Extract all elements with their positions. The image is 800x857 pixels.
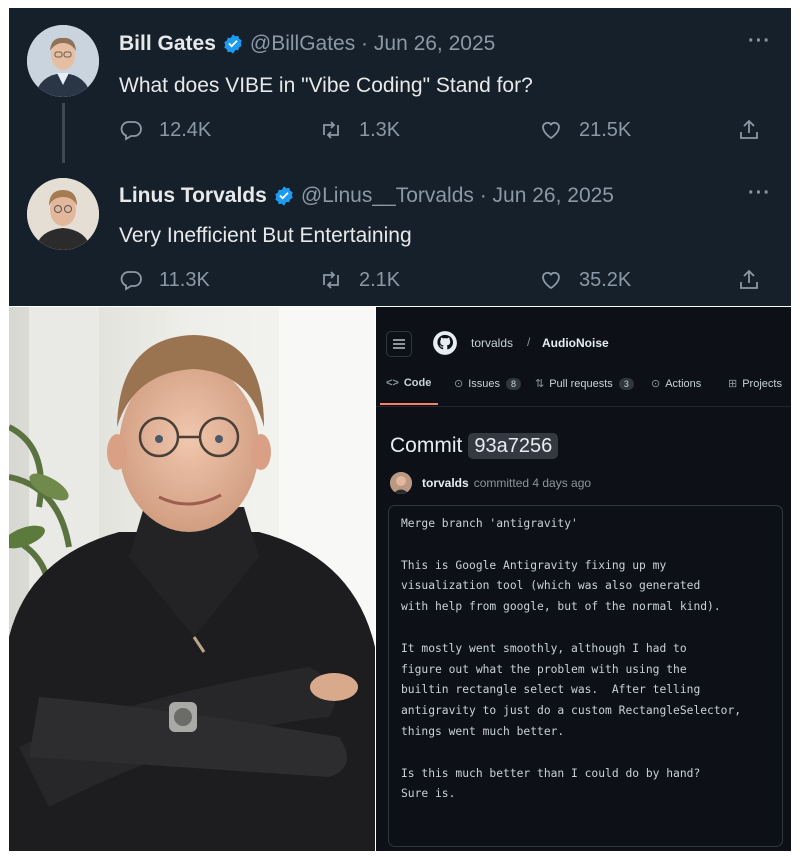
reply-icon (120, 271, 142, 291)
tab-actions[interactable]: ⊙ Actions (651, 377, 702, 391)
author-name[interactable]: Linus Torvalds (119, 184, 267, 208)
tab-projects-label: Projects (742, 377, 782, 390)
code-icon: <> (386, 377, 399, 389)
tab-issues-label: Issues (468, 377, 501, 390)
handle-and-date[interactable]: @BillGates · Jun 26, 2025 (250, 32, 495, 56)
tweet-text: What does VIBE in "Vibe Coding" Stand fo… (119, 74, 533, 97)
github-commit-screenshot: torvalds / AudioNoise <> Code ⊙ Issues 8… (376, 307, 791, 851)
repo-name-link[interactable]: AudioNoise (542, 336, 609, 350)
tab-prs-label: Pull requests (549, 377, 613, 390)
tab-issues[interactable]: ⊙ Issues 8 (454, 377, 522, 390)
author-avatar[interactable] (390, 472, 412, 494)
retweet-count: 2.1K (359, 268, 401, 291)
tweet-actions: 11.3K 2.1K 35.2K (119, 268, 769, 296)
tab-code-label: Code (403, 377, 432, 389)
tweet-actions: 12.4K 1.3K 21.5K (119, 118, 769, 146)
like-count: 35.2K (579, 268, 632, 291)
more-options-icon[interactable]: ··· (748, 30, 771, 53)
retweet-icon (323, 271, 339, 289)
commit-author-link[interactable]: torvalds (422, 476, 469, 490)
author-name[interactable]: Bill Gates (119, 32, 216, 56)
tweet-bill-gates[interactable]: Bill Gates @BillGates · Jun 26, 2025 ···… (9, 8, 791, 170)
commit-heading: Commit 93a7256 (390, 433, 559, 459)
reply-icon (120, 121, 142, 141)
github-logo-icon[interactable] (432, 330, 458, 356)
table-icon: ⊞ (728, 378, 738, 390)
commit-time: committed 4 days ago (473, 476, 592, 490)
tweet-header: Linus Torvalds @Linus__Torvalds · Jun 26… (119, 184, 614, 208)
tweet-thread: Bill Gates @BillGates · Jun 26, 2025 ···… (9, 8, 791, 306)
like-button[interactable]: 21.5K (539, 118, 631, 142)
reply-button[interactable]: 12.4K (119, 118, 211, 142)
heart-icon (542, 271, 560, 290)
share-button[interactable] (737, 268, 761, 292)
header-divider (376, 406, 791, 407)
pull-request-icon: ⇅ (535, 378, 545, 390)
tab-projects[interactable]: ⊞ Projects (728, 377, 782, 391)
verified-badge-icon (224, 34, 242, 54)
more-options-icon[interactable]: ··· (748, 182, 771, 205)
tab-actions-label: Actions (665, 377, 702, 390)
active-tab-indicator (380, 403, 438, 405)
commit-sha[interactable]: 93a7256 (468, 433, 559, 459)
repo-tabs: <> Code ⊙ Issues 8 ⇅ Pull requests 3 ⊙ A… (386, 377, 791, 407)
issue-icon: ⊙ (454, 378, 464, 390)
avatar-linus-torvalds[interactable] (27, 178, 99, 250)
tweet-text: Very Inefficient But Entertaining (119, 224, 412, 247)
repo-owner-link[interactable]: torvalds (471, 336, 513, 350)
verified-badge-icon (275, 186, 293, 206)
commit-message-box: Merge branch 'antigravity' This is Googl… (388, 505, 783, 847)
retweet-count: 1.3K (359, 118, 401, 141)
prs-count-badge: 3 (618, 377, 634, 390)
reply-count: 11.3K (159, 268, 210, 291)
tweet-linus-torvalds[interactable]: Linus Torvalds @Linus__Torvalds · Jun 26… (9, 170, 791, 306)
thread-connector-line (62, 103, 65, 163)
commit-message: Merge branch 'antigravity' This is Googl… (401, 517, 742, 801)
share-icon (740, 269, 758, 289)
issues-count-badge: 8 (506, 377, 522, 390)
heart-icon (542, 121, 560, 140)
tweet-header: Bill Gates @BillGates · Jun 26, 2025 (119, 32, 495, 56)
path-separator: / (527, 335, 531, 349)
reply-button[interactable]: 11.3K (119, 268, 210, 292)
share-button[interactable] (737, 118, 761, 142)
retweet-button[interactable]: 1.3K (319, 118, 400, 142)
avatar-bill-gates[interactable] (27, 25, 99, 97)
share-icon (740, 119, 758, 139)
like-button[interactable]: 35.2K (539, 268, 631, 292)
like-count: 21.5K (579, 118, 632, 141)
tab-code[interactable]: <> Code (386, 377, 431, 389)
commit-label: Commit (390, 434, 463, 457)
play-circle-icon: ⊙ (651, 378, 661, 390)
commit-author-row: torvalds committed 4 days ago (390, 472, 591, 494)
linus-torvalds-photo (9, 307, 375, 851)
tab-pull-requests[interactable]: ⇅ Pull requests 3 (535, 377, 634, 390)
handle-and-date[interactable]: @Linus__Torvalds · Jun 26, 2025 (301, 184, 614, 208)
reply-count: 12.4K (159, 118, 212, 141)
hamburger-menu-icon[interactable] (386, 331, 412, 357)
retweet-button[interactable]: 2.1K (319, 268, 400, 292)
retweet-icon (323, 121, 339, 139)
